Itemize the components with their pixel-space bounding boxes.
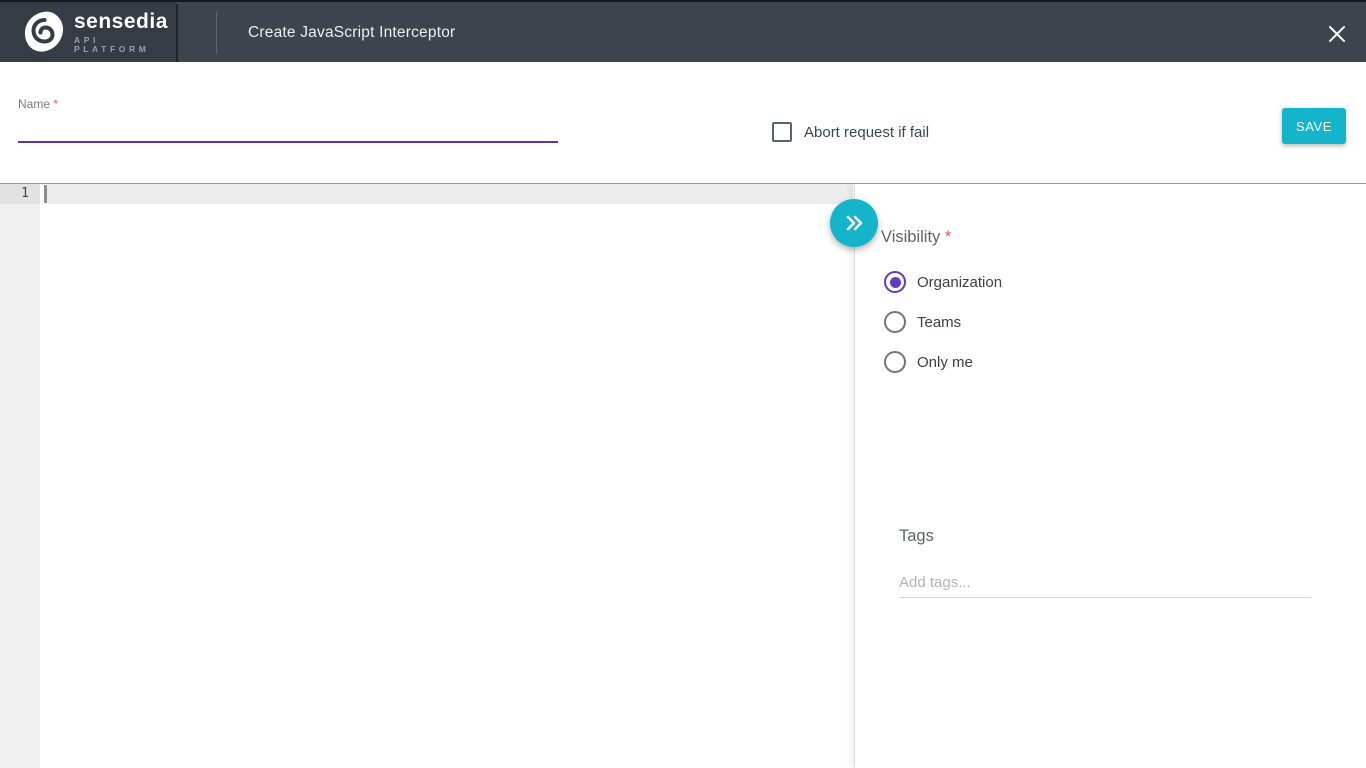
abort-request-checkbox-row[interactable]: Abort request if fail — [772, 121, 929, 143]
radio-circle — [884, 311, 906, 333]
visibility-label: Visibility * — [881, 228, 951, 247]
name-input[interactable] — [18, 114, 558, 143]
brand-text: sensedia API PLATFORM — [74, 11, 176, 53]
settings-panel: Visibility * Organization Teams Only me … — [854, 184, 1366, 768]
editor-active-line — [47, 184, 853, 204]
radio-teams[interactable]: Teams — [884, 310, 961, 334]
form-bar: Name * Abort request if fail SAVE — [0, 62, 1366, 184]
page-title: Create JavaScript Interceptor — [248, 2, 455, 64]
close-button[interactable] — [1324, 21, 1350, 47]
editor-gutter: 1 — [0, 184, 40, 768]
radio-only-me[interactable]: Only me — [884, 350, 973, 374]
radio-label: Organization — [917, 274, 1002, 291]
top-bar: sensedia API PLATFORM Create JavaScript … — [0, 0, 1366, 62]
sensedia-logo-icon — [24, 11, 64, 53]
name-field-label: Name * — [18, 97, 58, 111]
visibility-label-text: Visibility — [881, 228, 940, 246]
abort-request-checkbox-label: Abort request if fail — [804, 124, 929, 141]
abort-request-checkbox[interactable] — [772, 122, 792, 142]
radio-dot — [890, 357, 901, 368]
save-button[interactable]: SAVE — [1282, 108, 1346, 144]
radio-circle — [884, 271, 906, 293]
close-icon — [1327, 24, 1347, 44]
radio-dot — [890, 277, 901, 288]
required-asterisk: * — [945, 228, 951, 246]
brand-tagline: API PLATFORM — [74, 36, 176, 53]
radio-label: Only me — [917, 354, 973, 371]
line-number: 1 — [0, 184, 40, 204]
code-editor[interactable]: 1 — [0, 184, 854, 768]
tags-input[interactable] — [899, 568, 1311, 598]
sensedia-logo: sensedia API PLATFORM — [0, 2, 176, 62]
double-chevron-right-icon — [843, 214, 865, 232]
collapse-panel-button[interactable] — [830, 199, 878, 247]
radio-organization[interactable]: Organization — [884, 270, 1002, 294]
topbar-divider — [216, 12, 217, 54]
editor-caret — [44, 185, 47, 203]
required-asterisk: * — [53, 97, 58, 111]
tags-label: Tags — [899, 527, 934, 546]
name-label-text: Name — [18, 97, 50, 111]
radio-circle — [884, 351, 906, 373]
radio-dot — [890, 317, 901, 328]
brand-name: sensedia — [74, 11, 176, 32]
radio-label: Teams — [917, 314, 961, 331]
